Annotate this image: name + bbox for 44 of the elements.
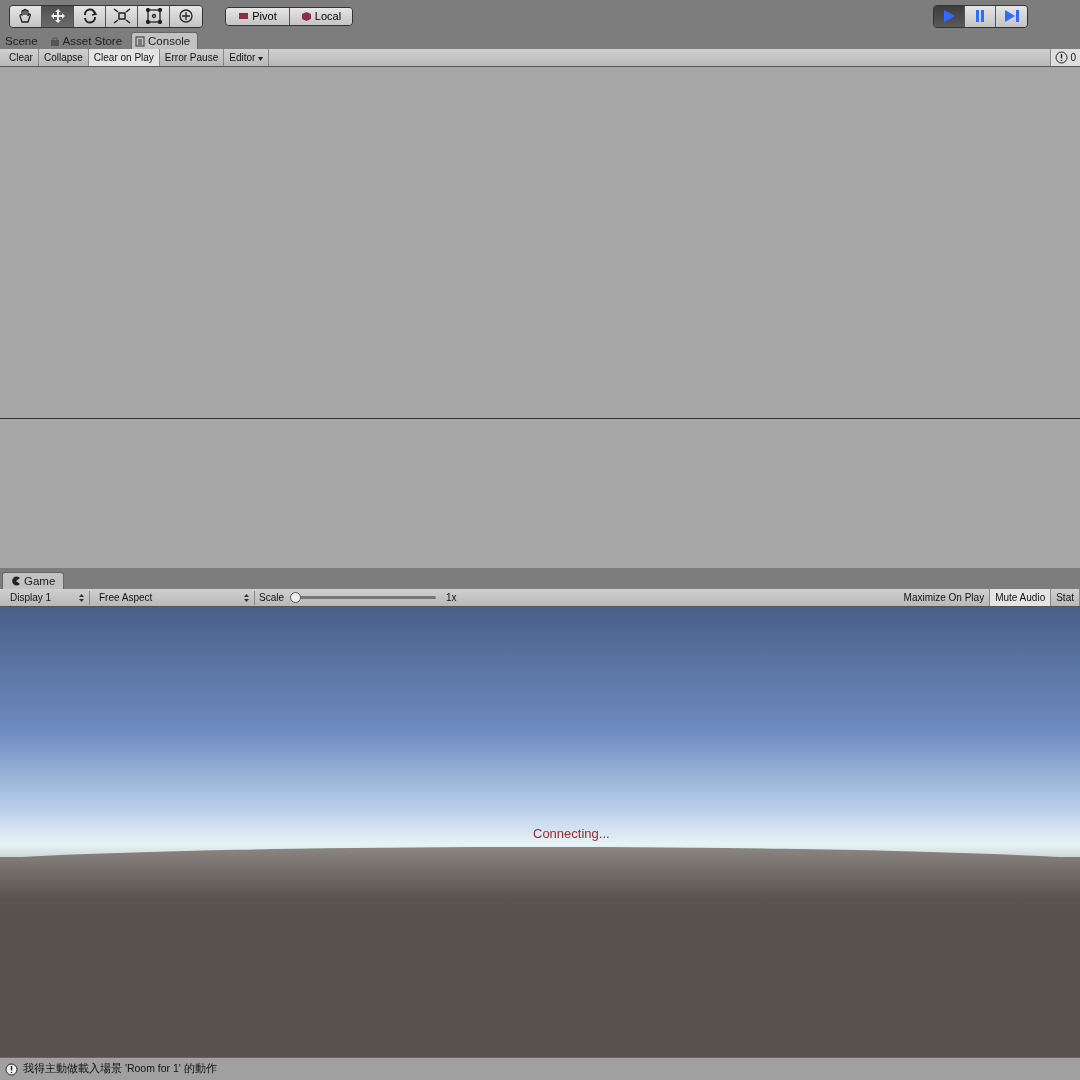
rotate-tool-button[interactable]	[74, 5, 106, 27]
info-icon	[5, 1062, 18, 1076]
transform-tool-button[interactable]	[170, 5, 202, 27]
scale-label: Scale	[259, 592, 284, 603]
panel-tab[interactable]: Scene	[2, 33, 45, 49]
console-toolbar-button[interactable]: Collapse	[38, 49, 89, 66]
console-toolbar-button[interactable]: Clear	[4, 49, 39, 66]
editor-dropdown[interactable]: Editor	[224, 49, 270, 66]
warning-icon	[1055, 51, 1069, 64]
pause-button[interactable]	[965, 5, 996, 27]
play-icon	[941, 9, 957, 23]
updown-arrows-icon	[79, 593, 84, 602]
scale-tool-button[interactable]	[106, 5, 138, 27]
error-count-toggle[interactable]: 0	[1050, 49, 1080, 66]
shopping-bag-icon	[49, 35, 60, 47]
caret-icon	[258, 57, 264, 61]
panel-tab[interactable]: Asset Store	[46, 33, 130, 49]
game-tab[interactable]: Game	[2, 572, 65, 589]
console-toolbar-button[interactable]: Clear on Play	[88, 49, 160, 66]
cube-icon	[300, 11, 312, 21]
local-button[interactable]: Local	[290, 7, 352, 25]
connecting-message: Connecting...	[533, 826, 610, 841]
step-icon	[1003, 9, 1020, 23]
panel-tab[interactable]: Console	[131, 32, 199, 49]
pivot-icon	[238, 11, 250, 21]
transform-icon	[177, 8, 195, 24]
aspect-dropdown[interactable]: Free Aspect	[94, 590, 255, 605]
move-tool-button[interactable]	[42, 5, 74, 27]
updown-arrows-icon	[244, 593, 249, 602]
slider-thumb[interactable]	[290, 592, 301, 603]
console-toolbar-button[interactable]: Error Pause	[159, 49, 225, 66]
pivot-button[interactable]: Pivot	[226, 7, 290, 25]
rect-tool-button[interactable]	[138, 5, 170, 27]
scale-icon	[112, 8, 131, 24]
scale-reading: 1x	[446, 592, 457, 603]
step-button[interactable]	[996, 5, 1027, 27]
display-dropdown[interactable]: Display 1	[5, 590, 90, 605]
game-toolbar-toggle[interactable]: Mute Audio	[990, 589, 1052, 606]
hand-tool-button[interactable]	[10, 5, 42, 27]
rect-tool-icon	[144, 8, 163, 24]
status-message: 我得主動做載入場景 'Room for 1' 的動作	[23, 1062, 217, 1076]
document-icon	[135, 35, 146, 47]
game-toolbar-toggle[interactable]: Stat	[1051, 589, 1080, 606]
pacman-icon	[11, 576, 21, 586]
